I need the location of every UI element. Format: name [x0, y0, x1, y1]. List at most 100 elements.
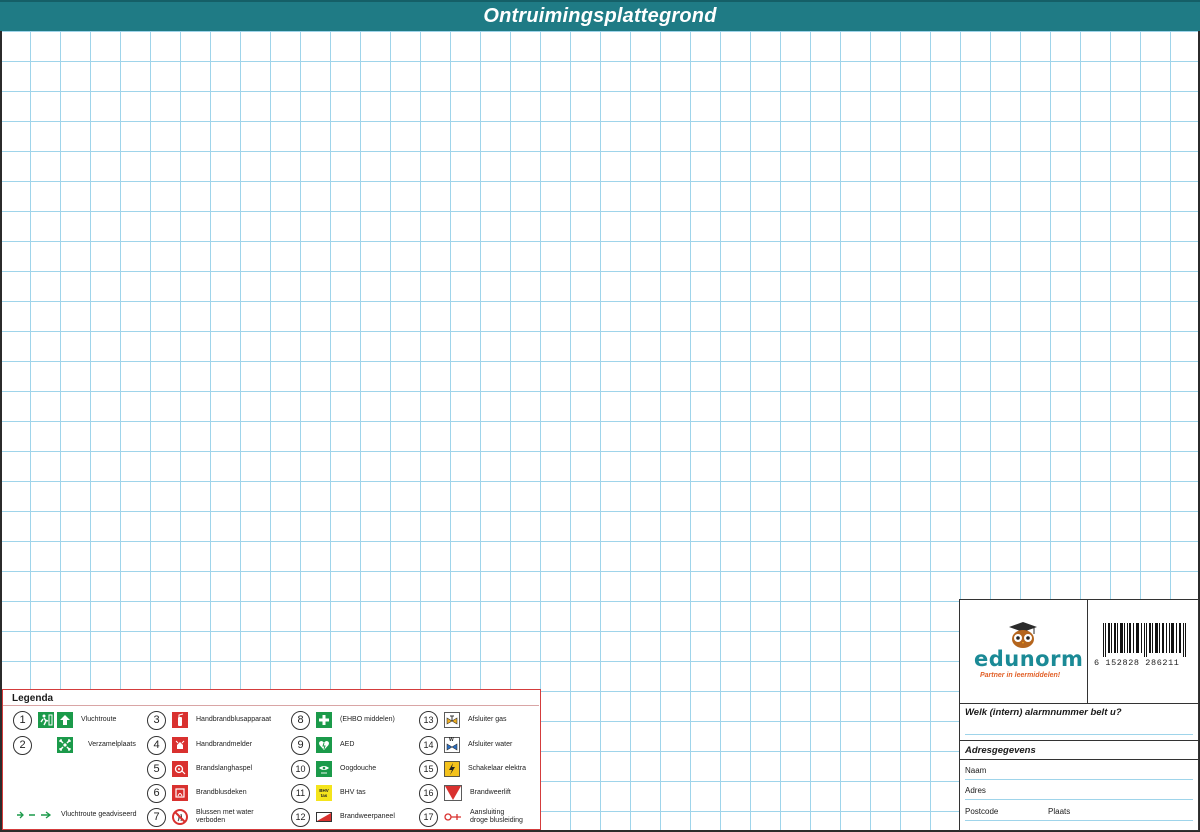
info-panel: edunorm Partner in leermiddelen! 6 15282…: [959, 599, 1199, 831]
legend-item-2: 2 Verzamelplaats: [13, 735, 136, 755]
legend-box: Legenda 1 Vluchtroute 2 Verzamelplaats V…: [2, 689, 541, 830]
fire-alarm-call-point-icon: [172, 737, 188, 753]
legend-label: Aansluiting droge blusleiding: [470, 809, 523, 825]
legend-number: 8: [291, 710, 310, 730]
alarm-number-row: Welk (intern) alarmnummer belt u?: [960, 704, 1198, 741]
legend-label: Schakelaar elektra: [468, 765, 526, 772]
legend-item-16: 16 Brandweerlift: [419, 783, 511, 803]
legend-label: Vluchtroute geadviseerd: [61, 811, 137, 818]
legend-item-9: 9 AED: [291, 735, 354, 755]
fire-lift-icon: [444, 785, 462, 801]
legend-label: Oogdouche: [340, 765, 377, 772]
logo-wordmark: edunorm: [974, 647, 1084, 671]
legend-number: 1: [13, 710, 32, 730]
name-field-label: Naam: [965, 766, 987, 775]
legend-number: 11: [291, 783, 310, 803]
fire-hose-reel-icon: [172, 761, 188, 777]
legend-item-8: 8 (EHBO middelen): [291, 710, 395, 730]
water-valve-icon-text: W: [449, 737, 454, 743]
legend-label-line: droge blusleiding: [470, 817, 523, 824]
barcode-icon: [1103, 623, 1186, 657]
eye-shower-icon: [316, 761, 332, 777]
legend-number: 13: [419, 710, 438, 730]
legend-label-line: Blussen met water: [196, 809, 254, 816]
legend-item-12: 12 Brandweerpaneel: [291, 807, 395, 827]
legend-number: 4: [147, 735, 166, 755]
legend-number: 6: [147, 783, 166, 803]
legend-number: 12: [291, 807, 310, 827]
legend-label: Brandweerpaneel: [340, 813, 395, 820]
address-field-line: [965, 799, 1193, 800]
legend-label: (EHBO middelen): [340, 716, 395, 723]
barcode-number: 6 152828 286211: [1094, 658, 1180, 668]
legend-label: Vluchtroute: [81, 716, 117, 723]
address-heading: Adresgegevens: [965, 745, 1036, 756]
barcode-cell: 6 152828 286211: [1088, 600, 1198, 704]
legend-label: Brandweerlift: [470, 789, 511, 796]
legend-number: 14: [419, 735, 438, 755]
legend-item-13: 13 Afsluiter gas: [419, 710, 507, 730]
no-water-extinguishing-icon: [172, 809, 188, 825]
address-field[interactable]: Adres: [965, 786, 1193, 800]
legend-escape-route-seen: Vluchtroute geadviseerd: [17, 811, 137, 819]
legend-label: Afsluiter water: [468, 741, 513, 748]
legend-item-3: 3 Handbrandblusapparaat: [147, 710, 271, 730]
legend-number: 3: [147, 710, 166, 730]
address-heading-divider: [960, 759, 1198, 760]
legend-label-line: verboden: [196, 817, 226, 824]
legend-label: Verzamelplaats: [88, 741, 136, 748]
legend-number: 16: [419, 783, 438, 803]
logo-tagline: Partner in leermiddelen!: [980, 672, 1061, 679]
legend-item-15: 15 Schakelaar elektra: [419, 759, 526, 779]
legend-item-4: 4 Handbrandmelder: [147, 735, 252, 755]
legend-item-6: 6 Brandblusdeken: [147, 783, 247, 803]
bhv-bag-icon: BHV tas: [316, 785, 332, 801]
postcode-city-field-line: [965, 820, 1193, 821]
legend-item-7: 7 Blussen met water verboden: [147, 807, 254, 827]
city-field-label: Plaats: [1048, 807, 1071, 816]
page-title: Ontruimingsplattegrond: [483, 5, 717, 27]
legend-item-14: 14 W Afsluiter water: [419, 735, 512, 755]
legend-label: Handbrandmelder: [196, 741, 253, 748]
legend-item-17: 17 Aansluiting droge blusleiding: [419, 807, 523, 827]
fire-extinguisher-icon: [172, 712, 188, 728]
legend-number: 7: [147, 807, 166, 827]
alarm-number-question: Welk (intern) alarmnummer belt u?: [965, 707, 1122, 718]
logo-cell: edunorm Partner in leermiddelen!: [960, 600, 1088, 704]
owl-mascot-icon: [1009, 622, 1037, 648]
legend-number: 10: [291, 759, 310, 779]
legend-item-1: 1 Vluchtroute: [13, 710, 116, 730]
postcode-field-label: Postcode: [965, 807, 999, 816]
legend-title: Legenda: [12, 693, 54, 704]
dashed-green-arrow-icon: [17, 811, 52, 819]
legend-label: BHV tas: [340, 789, 366, 796]
legend-label: AED: [340, 741, 355, 748]
alarm-number-field[interactable]: [965, 734, 1193, 735]
legend-label: Blussen met water verboden: [196, 809, 254, 825]
legend-item-10: 10 Oogdouche: [291, 759, 376, 779]
escape-route-arrows-icon: [38, 712, 73, 728]
postcode-city-field[interactable]: Postcode Plaats: [965, 807, 1193, 821]
name-field-line: [965, 779, 1193, 780]
address-field-label: Adres: [965, 786, 986, 795]
legend-number: 5: [147, 759, 166, 779]
first-aid-icon: [316, 712, 332, 728]
gas-valve-icon: [444, 712, 460, 728]
legend-label: Afsluiter gas: [468, 716, 507, 723]
legend-number: 15: [419, 759, 438, 779]
legend-item-5: 5 Brandslanghaspel: [147, 759, 252, 779]
title-bar: Ontruimingsplattegrond: [0, 0, 1200, 31]
electrical-switch-icon: [444, 761, 460, 777]
name-field[interactable]: Naam: [965, 766, 1193, 780]
fire-blanket-icon: [172, 785, 188, 801]
aed-icon: [316, 737, 332, 753]
legend-label-line: Aansluiting: [470, 809, 505, 816]
legend-divider: [3, 705, 539, 706]
assembly-point-icon: [57, 737, 73, 753]
legend-item-11: 11 BHV tas BHV tas: [291, 783, 366, 803]
dry-riser-connection-icon: [444, 812, 462, 822]
legend-label: Brandblusdeken: [196, 789, 247, 796]
legend-number: 2: [13, 735, 32, 755]
legend-label: Brandslanghaspel: [196, 765, 253, 772]
legend-number: 9: [291, 735, 310, 755]
